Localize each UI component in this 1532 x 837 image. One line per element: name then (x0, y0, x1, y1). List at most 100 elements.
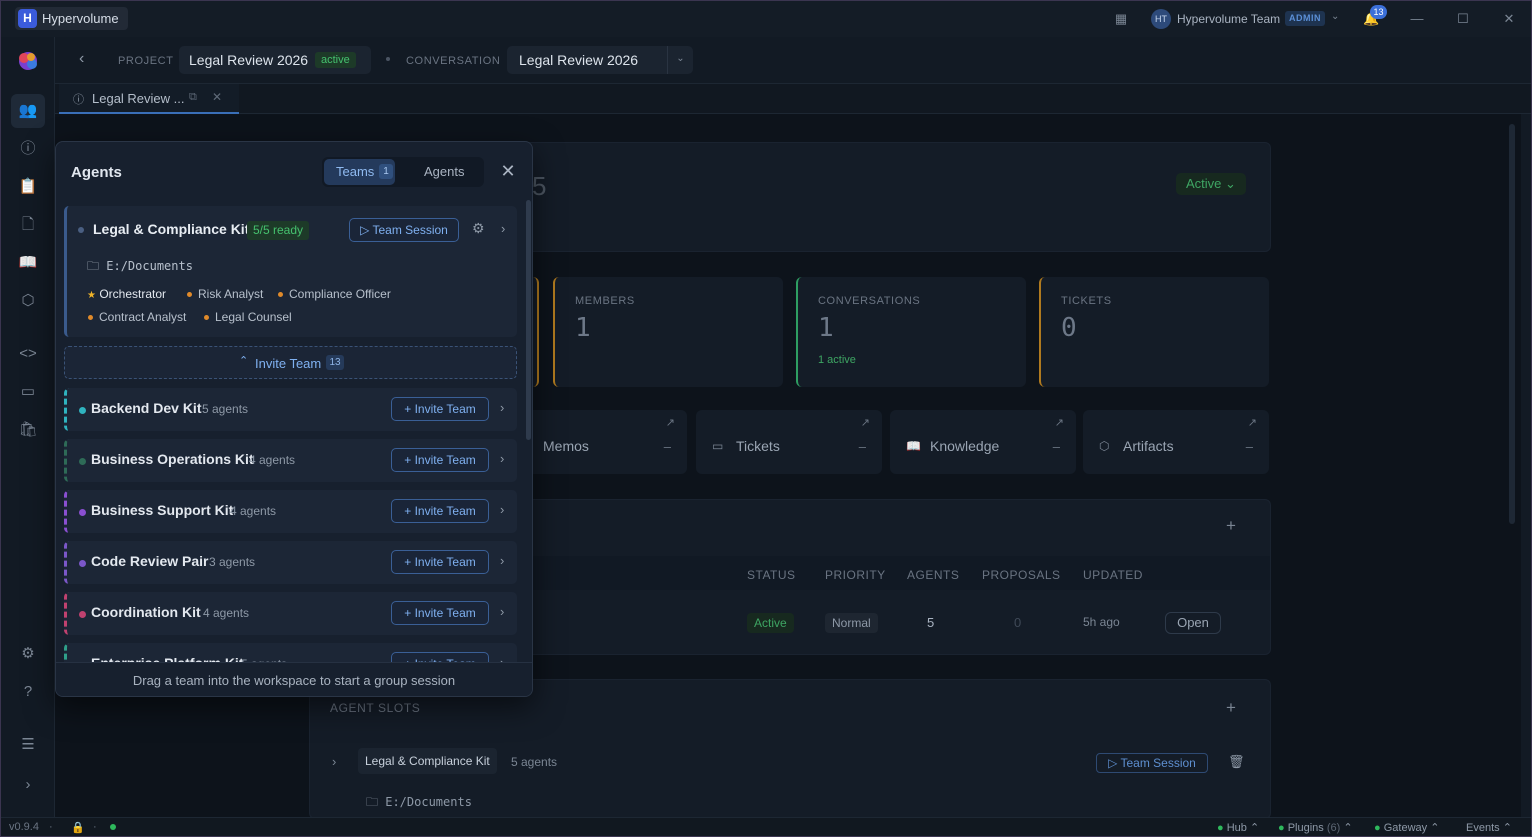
main-scrollbar[interactable] (1509, 124, 1515, 524)
rail-code-icon[interactable]: <> (16, 342, 40, 366)
app-logo-icon: H (18, 9, 37, 28)
invite-team-count: 13 (326, 355, 344, 370)
expand-chevron-icon[interactable]: › (332, 754, 336, 769)
add-icon[interactable]: + (1226, 516, 1236, 536)
tab-agents[interactable]: Agents (424, 164, 464, 179)
invite-team-toggle[interactable]: ⌃ Invite Team 13 (64, 346, 517, 379)
project-selector[interactable]: Legal Review 2026 active (179, 46, 371, 74)
hub-menu[interactable]: ● Hub ⌃ (1217, 821, 1259, 834)
settings-gear-icon[interactable]: ⚙ (472, 220, 485, 237)
chevron-down-icon[interactable]: ⌄ (667, 46, 693, 74)
grid-icon[interactable]: ▦ (1113, 11, 1129, 27)
chevron-right-icon[interactable]: › (500, 451, 504, 466)
kit-dot (79, 458, 86, 465)
invite-team-button-label: Invite Team (414, 402, 476, 416)
chevron-right-icon[interactable]: › (500, 400, 504, 415)
member-name: Contract Analyst (99, 310, 187, 324)
tab-label: Legal Review ... (92, 91, 185, 106)
invite-team-button-label: Invite Team (414, 453, 476, 467)
open-button[interactable]: Open (1165, 612, 1221, 634)
events-menu[interactable]: Events ⌃ (1466, 821, 1512, 834)
chevron-right-icon[interactable]: › (500, 604, 504, 619)
stat-conversations: CONVERSATIONS 1 1 active (796, 277, 1026, 387)
invite-team-button[interactable]: + Invite Team (391, 550, 489, 574)
row-agents: 5 (927, 615, 935, 630)
team-switcher[interactable]: HT Hypervolume Team ADMIN ⌄ (1151, 9, 1341, 29)
ticket-icon: ▭ (712, 439, 724, 453)
rail-layout-icon[interactable]: ☰ (16, 733, 40, 757)
stat-value: 1 (818, 313, 834, 343)
rail-users-icon[interactable]: 👥 (11, 94, 45, 128)
kit-business-support[interactable]: Business Support Kit 4 agents + Invite T… (64, 490, 517, 533)
maximize-icon[interactable]: ☐ (1455, 11, 1471, 27)
link-artifacts[interactable]: ⬡ Artifacts ↗ – (1083, 410, 1269, 474)
rail-book-icon[interactable]: 📖 (16, 251, 40, 275)
add-icon[interactable]: + (1226, 698, 1236, 718)
project-label: PROJECT (118, 55, 174, 67)
invite-team-button-label: Invite Team (414, 504, 476, 518)
tab-bar: ⓘ Legal Review ... ⧉ ✕ (55, 84, 1531, 114)
team-path-text: E:/Documents (106, 259, 193, 273)
member-contract-analyst: Contract Analyst (88, 310, 186, 324)
slot-team-session-button[interactable]: ▷ Team Session (1096, 753, 1208, 773)
rail-expand-icon[interactable]: › (16, 773, 40, 797)
rail-file-icon[interactable]: 🗋 (16, 213, 40, 237)
kit-coordination[interactable]: Coordination Kit 4 agents + Invite Team … (64, 592, 517, 635)
chevron-right-icon[interactable]: › (500, 553, 504, 568)
rail-help-icon[interactable]: ? (16, 680, 40, 704)
link-knowledge[interactable]: 📖 Knowledge ↗ – (890, 410, 1076, 474)
close-panel-icon[interactable]: ✕ (498, 161, 518, 181)
kit-name: Business Support Kit (91, 502, 234, 518)
team-session-button[interactable]: ▷ Team Session (349, 218, 459, 242)
hub-label: Hub (1226, 822, 1247, 834)
rail-cube-icon[interactable]: ⬡ (16, 289, 40, 313)
rail-info-icon[interactable]: ⓘ (16, 137, 40, 161)
version-label: v0.9.4 (9, 821, 39, 833)
row-status-badge: Active (747, 613, 794, 633)
kit-name: Coordination Kit (91, 604, 201, 620)
separator-dot: · (49, 821, 53, 833)
panel-scrollbar[interactable] (526, 200, 531, 440)
row-updated: 5h ago (1083, 615, 1120, 629)
plugins-menu[interactable]: ● Plugins (6) ⌃ (1278, 821, 1353, 834)
invite-team-button[interactable]: + Invite Team (391, 397, 489, 421)
chevron-down-icon: ⌄ (1331, 11, 1340, 22)
external-link-icon: ↗ (1247, 417, 1257, 429)
tab-legal-review[interactable]: ⓘ Legal Review ... ⧉ ✕ (59, 84, 239, 114)
kit-backend-dev[interactable]: Backend Dev Kit 5 agents + Invite Team › (64, 388, 517, 431)
slot-kit-count: 5 agents (511, 755, 558, 769)
trash-icon[interactable]: 🗑 (1228, 754, 1245, 770)
close-window-icon[interactable]: ✕ (1501, 11, 1517, 27)
link-tickets[interactable]: ▭ Tickets ↗ – (696, 410, 882, 474)
info-icon: ⓘ (73, 94, 84, 106)
kit-name: Code Review Pair (91, 553, 209, 569)
rail-clipboard-icon[interactable]: 📋 (16, 175, 40, 199)
member-name: Orchestrator (99, 287, 166, 301)
th-status: STATUS (747, 568, 796, 582)
status-dropdown[interactable]: Active ⌄ (1176, 173, 1246, 195)
popout-icon[interactable]: ⧉ (189, 91, 197, 104)
rail-settings-icon[interactable]: ⚙ (16, 642, 40, 666)
row-priority-badge: Normal (825, 613, 878, 633)
plugins-label: Plugins (1287, 822, 1324, 834)
invite-team-label: Invite Team (255, 356, 322, 371)
rail-bag-icon[interactable]: 🛍 (16, 418, 40, 442)
minimize-icon[interactable]: — (1409, 11, 1425, 27)
rail-terminal-icon[interactable]: ▭ (16, 380, 40, 404)
kit-business-operations[interactable]: Business Operations Kit 4 agents + Invit… (64, 439, 517, 482)
back-chevron-icon[interactable]: ‹ (79, 50, 84, 68)
active-team-card[interactable]: Legal & Compliance Kit 5/5 ready ▷ Team … (64, 206, 517, 337)
tab-teams[interactable]: Teams 1 (324, 159, 395, 185)
invite-team-button[interactable]: + Invite Team (391, 448, 489, 472)
conversation-selector[interactable]: Legal Review 2026 ⌄ (507, 46, 693, 74)
gateway-menu[interactable]: ● Gateway ⌃ (1374, 821, 1439, 834)
kit-code-review-pair[interactable]: Code Review Pair 3 agents + Invite Team … (64, 541, 517, 584)
stat-sub: 1 active (818, 354, 856, 366)
stat-label: TICKETS (1061, 295, 1112, 307)
tab-close-icon[interactable]: ✕ (212, 90, 222, 104)
chevron-right-icon[interactable]: › (501, 221, 505, 236)
kit-count: 4 agents (203, 606, 250, 620)
invite-team-button[interactable]: + Invite Team (391, 499, 489, 523)
chevron-right-icon[interactable]: › (500, 502, 504, 517)
invite-team-button[interactable]: + Invite Team (391, 601, 489, 625)
